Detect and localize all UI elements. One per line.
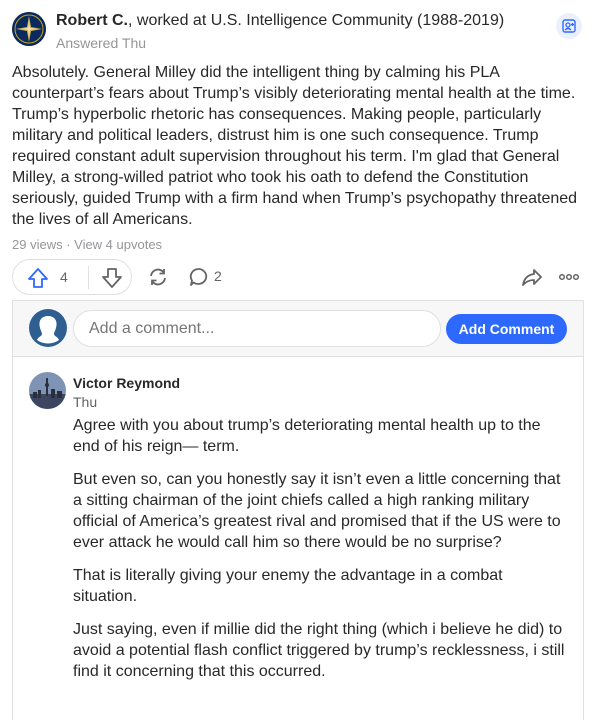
- more-icon[interactable]: [557, 266, 581, 288]
- city-skyline-avatar-icon: [29, 372, 66, 409]
- comment-count[interactable]: 2: [214, 268, 222, 284]
- commenter-name[interactable]: Victor Reymond: [73, 375, 180, 391]
- follow-user-icon: [562, 19, 576, 33]
- comments-section: Add Comment Victor Reymond Thu Agree wit…: [12, 300, 584, 727]
- upvote-count: 4: [60, 269, 68, 285]
- comment-item: Victor Reymond Thu Agree with you about …: [13, 357, 583, 727]
- reshare-icon[interactable]: [147, 266, 169, 288]
- author-avatar[interactable]: [12, 12, 46, 46]
- comment-paragraph: But even so, can you honestly say it isn…: [73, 471, 561, 551]
- answer-stats[interactable]: 29 views · View 4 upvotes: [12, 237, 162, 252]
- author-name[interactable]: Robert C.: [56, 12, 128, 29]
- action-bar: 4 2: [12, 259, 584, 295]
- author-line: Robert C., worked at U.S. Intelligence C…: [56, 12, 504, 30]
- comment-time[interactable]: Thu: [73, 394, 97, 410]
- intelligence-seal-icon: [12, 12, 46, 46]
- comment-paragraph: Just saying, even if millie did the righ…: [73, 621, 565, 680]
- comment-paragraph: Agree with you about trump’s deteriorati…: [73, 417, 541, 455]
- add-comment-button[interactable]: Add Comment: [446, 314, 567, 344]
- vote-pill: 4: [12, 259, 132, 295]
- follow-author-button[interactable]: [556, 13, 582, 39]
- answer-body: Absolutely. General Milley did the intel…: [12, 64, 578, 228]
- user-avatar-icon: [29, 309, 67, 347]
- vote-divider: [88, 266, 89, 289]
- upvote-icon[interactable]: [27, 267, 49, 289]
- comment-icon[interactable]: [188, 266, 210, 288]
- answer-header: Robert C., worked at U.S. Intelligence C…: [0, 0, 596, 56]
- share-icon[interactable]: [521, 266, 543, 288]
- comment-composer: Add Comment: [13, 301, 583, 356]
- comment-input[interactable]: [73, 310, 441, 347]
- downvote-icon[interactable]: [101, 267, 123, 289]
- comment-text: Agree with you about trump’s deteriorati…: [73, 415, 571, 694]
- answered-date[interactable]: Answered Thu: [56, 35, 146, 51]
- author-credential: , worked at U.S. Intelligence Community …: [128, 12, 505, 29]
- comment-paragraph: That is literally giving your enemy the …: [73, 567, 503, 605]
- commenter-avatar[interactable]: [29, 372, 66, 409]
